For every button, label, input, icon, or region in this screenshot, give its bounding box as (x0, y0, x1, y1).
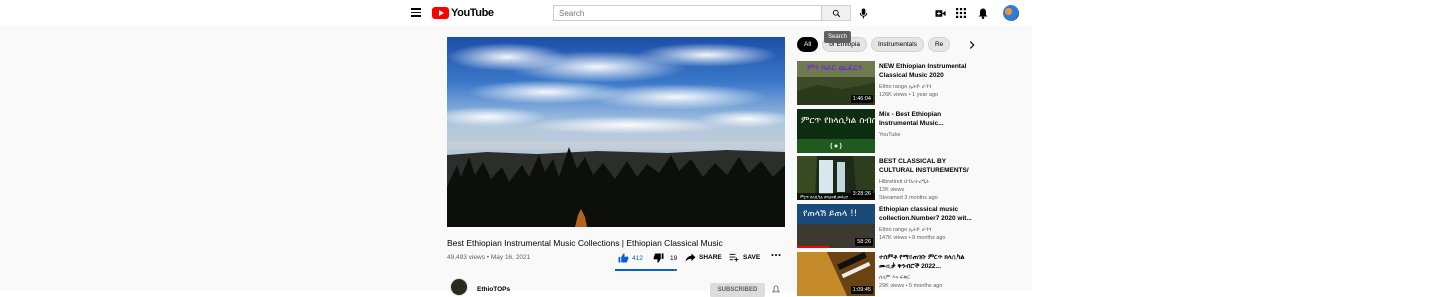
like-button[interactable]: 412 (618, 253, 643, 263)
dislike-count: 19 (670, 254, 678, 262)
meta-separator: • (486, 254, 490, 261)
recommendation-title: ተሰምቶ የማይጠገቡ ምርጥ ክላሲካል ሙዚቃ ቅንብሮች 2022... (879, 254, 965, 270)
channel-name[interactable]: EthioTOPs (477, 286, 510, 293)
share-button[interactable]: SHARE (685, 253, 722, 262)
bell-icon (978, 8, 988, 19)
chip-all[interactable]: All (797, 37, 819, 52)
recommendation-item[interactable]: ምርጥ ክላሲካል በባህላዊ መሳሪያ 3:28:26 BEST CLASSI… (797, 156, 987, 201)
recommendation-channel: Ethio rango ኢትዮ ራንጎ (879, 227, 932, 233)
recommendation-channel: ሰላም እና ፍቅር (879, 275, 911, 281)
notifications-button[interactable] (976, 6, 990, 20)
microphone-icon (859, 7, 867, 19)
recommendation-meta: 12K views (879, 187, 905, 193)
save-button[interactable]: SAVE (729, 253, 760, 262)
logo-text: YouTube (451, 7, 494, 19)
video-duration: 58:26 (855, 238, 873, 246)
recommendation-thumbnail: የጠላሽ ይጠላ !! 58:26 (797, 204, 875, 248)
playlist-add-icon (729, 253, 739, 262)
chip-instrumentals[interactable]: Instrumentals (870, 37, 924, 52)
upload-date: May 16, 2021 (490, 254, 531, 261)
youtube-play-icon (432, 7, 449, 19)
voice-search-button[interactable] (856, 6, 870, 20)
share-arrow-icon (685, 253, 696, 262)
thumb-caption: ምርጥ የክላሲካል ስብስቦች (801, 115, 875, 126)
thumb-caption: የጠላሽ ይጠላ !! (803, 209, 857, 219)
more-horizontal-icon (771, 254, 781, 256)
recommendation-thumbnail: ምርጥ የክላሲካል ስብስቦች (797, 109, 875, 153)
menu-icon[interactable] (409, 6, 423, 20)
chip-re[interactable]: Re (927, 37, 951, 52)
account-avatar[interactable] (1003, 5, 1019, 21)
recommendation-item[interactable]: የጠላሽ ይጠላ !! 58:26 Ethiopian classical mu… (797, 204, 987, 248)
recommendation-channel: Ethio rango ኢትዮ ራንጎ (879, 84, 932, 90)
recommendation-thumbnail: ምርጥ ክላሲካል በባህላዊ መሳሪያ 3:28:26 (797, 156, 875, 200)
apps-button[interactable] (954, 6, 968, 20)
search-icon (832, 9, 840, 17)
recommendation-item[interactable]: 1:09:45 ተሰምቶ የማይጠገቡ ምርጥ ክላሲካል ሙዚቃ ቅንብሮች … (797, 252, 987, 296)
thumb-caption: ምርጥ ክላሲካል በባህላዊ መሳሪያ (800, 195, 849, 200)
watch-progress-bar (797, 246, 829, 248)
recommendation-item[interactable]: ምርጥ የክላሲካል ስብስቦች Mix - Best Ethiopian In… (797, 109, 987, 153)
search-tooltip-overlay: Search (824, 31, 852, 43)
chips-next-button[interactable] (966, 39, 978, 51)
video-camera-icon (934, 9, 946, 17)
more-actions-button[interactable] (771, 253, 781, 257)
recommendation-item[interactable]: ምን ክራር ጨፈርን 1:46:04 NEW Ethiopian Instru… (797, 61, 987, 105)
like-count: 412 (632, 254, 643, 262)
video-duration: 1:46:04 (850, 95, 873, 103)
save-label: SAVE (743, 254, 761, 261)
search-input[interactable] (553, 5, 822, 21)
channel-avatar[interactable] (450, 278, 468, 296)
recommendation-title: NEW Ethiopian Instrumental Classical Mus… (879, 63, 967, 79)
video-title: Best Ethiopian Instrumental Music Collec… (447, 238, 723, 248)
recommendation-title: Mix - Best Ethiopian Instrumental Music.… (879, 111, 944, 127)
subscribe-button[interactable]: SUBSCRIBED (710, 283, 765, 297)
thumbs-down-icon (653, 253, 664, 263)
dislike-button[interactable]: 19 (653, 253, 677, 263)
recommendation-channel: YouTube (879, 132, 901, 138)
youtube-logo[interactable]: YouTube (432, 7, 494, 19)
recommendation-stream-info: Streamed 3 months ago (879, 195, 938, 201)
create-video-button[interactable] (933, 6, 947, 20)
recommendation-title: BEST CLASSICAL BY CULTURAL INSTUREMENTS/… (879, 158, 969, 174)
like-dislike-ratio-bar (615, 269, 677, 271)
thumbs-up-icon (618, 253, 629, 263)
video-duration: 3:28:26 (850, 190, 873, 198)
notification-bell-button[interactable] (772, 285, 780, 294)
video-duration: 1:09:45 (850, 286, 873, 294)
recommendation-channel: Hibretireit ህብረትሪዒት (879, 179, 930, 185)
video-view-date: 49,493 views • May 16, 2021 (447, 254, 530, 261)
chevron-right-icon (969, 41, 975, 49)
recommendation-thumbnail: ምን ክራር ጨፈርን 1:46:04 (797, 61, 875, 105)
recommendation-thumbnail: 1:09:45 (797, 252, 875, 296)
video-frame (447, 37, 785, 227)
bell-outline-icon (772, 285, 780, 293)
apps-grid-icon (956, 8, 966, 18)
recommendation-title: Ethiopian classical music collection.Num… (879, 206, 972, 222)
search-button[interactable] (822, 5, 851, 21)
page-background-right (1032, 26, 1430, 291)
share-label: SHARE (699, 254, 722, 261)
video-player[interactable] (447, 37, 785, 227)
masthead: YouTube (0, 0, 1430, 26)
recommendation-meta: 126K views • 1 year ago (879, 92, 939, 98)
recommendation-meta: 147K views • 8 months ago (879, 235, 946, 241)
view-count: 49,493 views (447, 254, 485, 261)
page-background-left (0, 26, 399, 291)
recommendation-meta: 29K views • 5 months ago (879, 283, 943, 289)
thumb-caption: ምን ክራር ጨፈርን (807, 63, 862, 72)
